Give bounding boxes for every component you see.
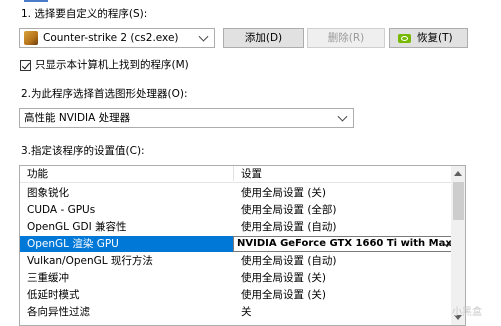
row-feature: CUDA - GPUs bbox=[27, 204, 96, 216]
column-header-feature[interactable]: 功能 bbox=[27, 167, 48, 181]
top-cutoff-strip bbox=[0, 0, 501, 3]
settings-list-header: 功能 设置 bbox=[20, 166, 451, 183]
settings-list[interactable]: 功能 设置 图象锐化 使用全局设置 (关) CUDA - GPUs 使用全局设置… bbox=[19, 165, 466, 326]
row-setting: 使用全局设置 (关) bbox=[241, 272, 327, 284]
row-setting: 使用全局设置 (全部) bbox=[241, 204, 337, 216]
show-local-programs-checkbox[interactable] bbox=[20, 60, 31, 71]
preferred-gpu-value: 高性能 NVIDIA 处理器 bbox=[24, 112, 131, 124]
row-feature: Vulkan/OpenGL 现行方法 bbox=[27, 255, 153, 267]
scrollbar-thumb[interactable] bbox=[453, 182, 464, 220]
row-setting: 使用全局设置 (自动) bbox=[241, 221, 337, 233]
table-row[interactable]: 各向异性过滤 关 bbox=[20, 304, 456, 320]
table-row-selected[interactable]: OpenGL 渲染 GPU NVIDIA GeForce GTX 1660 Ti… bbox=[20, 236, 456, 252]
preferred-gpu-select[interactable]: 高性能 NVIDIA 处理器 bbox=[19, 108, 354, 128]
column-header-setting[interactable]: 设置 bbox=[241, 167, 262, 181]
chevron-down-icon bbox=[337, 111, 348, 122]
section2-label: 2.为此程序选择首选图形处理器(O): bbox=[21, 88, 188, 100]
nvidia-icon bbox=[398, 34, 411, 43]
table-row[interactable]: 低延时模式 使用全局设置 (关) bbox=[20, 287, 456, 303]
chevron-down-icon bbox=[198, 31, 209, 42]
table-row[interactable]: 图象锐化 使用全局设置 (关) bbox=[20, 185, 456, 201]
add-button[interactable]: 添加(D) bbox=[223, 28, 304, 48]
row-setting: 使用全局设置 (关) bbox=[241, 187, 327, 199]
row-feature: 图象锐化 bbox=[27, 187, 69, 199]
watermark: 小黑盒 bbox=[452, 307, 482, 318]
table-row[interactable]: 三重缓冲 使用全局设置 (关) bbox=[20, 270, 456, 286]
column-divider[interactable] bbox=[233, 166, 234, 181]
table-row[interactable]: OpenGL GDI 兼容性 使用全局设置 (自动) bbox=[20, 219, 456, 235]
restore-button[interactable]: 恢复(T) bbox=[389, 28, 468, 48]
remove-button[interactable]: 删除(R) bbox=[307, 28, 385, 48]
setting-dropdown[interactable]: NVIDIA GeForce GTX 1660 Ti with Max- bbox=[233, 236, 456, 252]
row-setting: 使用全局设置 (关) bbox=[241, 289, 327, 301]
row-feature: 低延时模式 bbox=[27, 289, 80, 301]
table-row[interactable]: Vulkan/OpenGL 现行方法 使用全局设置 (自动) bbox=[20, 253, 456, 269]
setting-dropdown-value: NVIDIA GeForce GTX 1660 Ti with Max- bbox=[237, 238, 456, 249]
row-setting: 关 bbox=[241, 306, 252, 318]
section1-label: 1. 选择要自定义的程序(S): bbox=[21, 8, 148, 20]
program-select[interactable]: Counter-strike 2 (cs2.exe) bbox=[19, 28, 215, 48]
settings-list-scrollbar[interactable] bbox=[451, 166, 465, 325]
row-setting: 使用全局设置 (自动) bbox=[241, 255, 337, 267]
program-select-value: Counter-strike 2 (cs2.exe) bbox=[43, 32, 179, 44]
show-local-programs-label: 只显示本计算机上找到的程序(M) bbox=[35, 59, 189, 71]
row-feature: OpenGL GDI 兼容性 bbox=[27, 221, 127, 233]
section3-label: 3.指定该程序的设置值(C): bbox=[21, 145, 145, 157]
row-feature: 三重缓冲 bbox=[27, 272, 69, 284]
table-row[interactable]: CUDA - GPUs 使用全局设置 (全部) bbox=[20, 202, 456, 218]
row-feature: OpenGL 渲染 GPU bbox=[27, 238, 119, 250]
row-feature: 各向异性过滤 bbox=[27, 306, 90, 318]
cs2-app-icon bbox=[24, 31, 38, 45]
scroll-up-arrow-icon[interactable] bbox=[454, 171, 462, 176]
restore-button-label: 恢复(T) bbox=[417, 32, 453, 44]
